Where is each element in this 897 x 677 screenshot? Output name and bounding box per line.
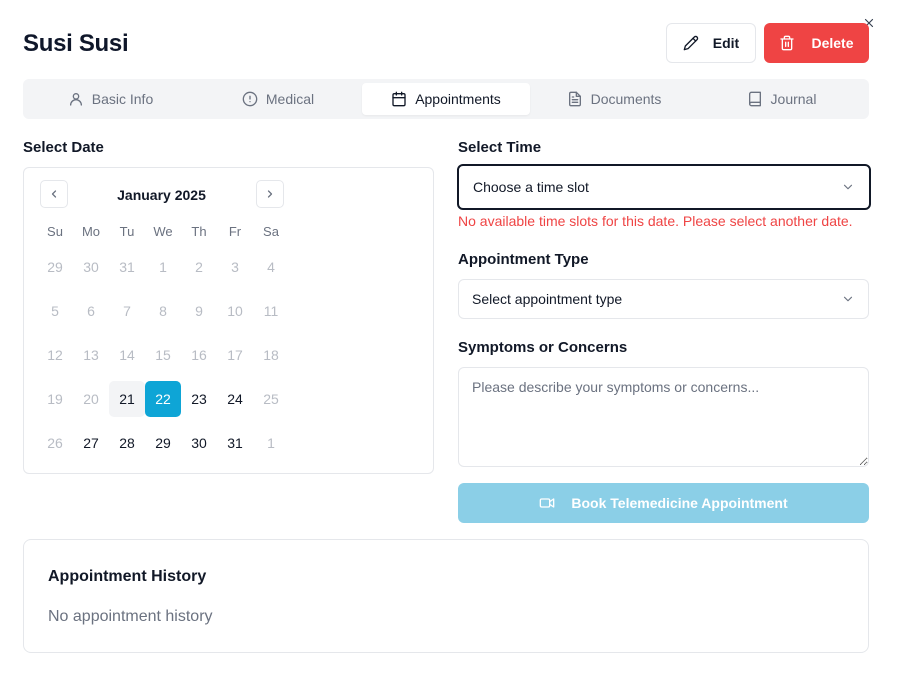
tab-documents[interactable]: Documents	[530, 83, 698, 115]
calendar-day[interactable]: 27	[73, 425, 109, 461]
file-text-icon	[568, 91, 581, 107]
page-title: Susi Susi	[23, 30, 129, 57]
book-appointment-button[interactable]: Book Telemedicine Appointment	[458, 483, 869, 523]
book-appointment-label: Book Telemedicine Appointment	[571, 495, 788, 511]
calendar-day-disabled: 5	[51, 303, 59, 319]
tab-label: Basic Info	[91, 91, 154, 107]
calendar-day-disabled: 15	[155, 347, 171, 363]
trash-icon	[780, 35, 795, 51]
calendar-day-disabled: 17	[227, 347, 243, 363]
appointment-type-select[interactable]: Select appointment type	[458, 279, 869, 319]
next-month-button[interactable]	[256, 180, 284, 208]
calendar-day[interactable]: 22	[145, 381, 181, 417]
time-slot-placeholder: Choose a time slot	[473, 179, 589, 195]
appointment-type-label: Appointment Type	[458, 251, 589, 268]
appointment-history-title: Appointment History	[48, 568, 207, 585]
delete-button[interactable]: Delete	[764, 23, 869, 63]
appointment-history-card: Appointment History No appointment histo…	[23, 539, 869, 653]
calendar-day[interactable]: 28	[109, 425, 145, 461]
weekday-header: Fr	[228, 224, 242, 239]
calendar-day-disabled: 4	[267, 259, 275, 275]
calendar-day-disabled: 13	[83, 347, 99, 363]
calendar-day-disabled: 25	[263, 391, 279, 407]
prev-month-button[interactable]	[40, 180, 68, 208]
chevron-down-icon	[843, 184, 853, 190]
delete-label: Delete	[811, 35, 854, 51]
tab-bar: Basic Info Medical Appointments Document…	[23, 79, 869, 119]
tab-basic-info[interactable]: Basic Info	[27, 83, 194, 115]
calendar-day[interactable]: 21	[109, 381, 145, 417]
weekday-header: Tu	[119, 224, 135, 239]
time-slot-error: No available time slots for this date. P…	[458, 213, 853, 229]
pencil-icon	[683, 35, 698, 51]
chevron-left-icon	[51, 190, 57, 198]
tab-label: Appointments	[415, 91, 501, 107]
tab-appointments[interactable]: Appointments	[362, 83, 530, 115]
time-slot-select[interactable]: Choose a time slot	[457, 164, 871, 210]
edit-button[interactable]: Edit	[666, 23, 756, 63]
calendar-day-disabled: 29	[47, 259, 63, 275]
edit-label: Edit	[712, 35, 740, 51]
select-date-label: Select Date	[23, 139, 104, 156]
weekday-header: Mo	[81, 224, 101, 239]
appointment-history-empty: No appointment history	[48, 608, 213, 625]
chevron-down-icon	[843, 296, 853, 302]
calendar-icon	[392, 91, 406, 107]
select-time-label: Select Time	[458, 139, 542, 156]
weekday-header: Th	[191, 224, 207, 239]
alert-circle-icon	[242, 91, 258, 107]
tab-journal[interactable]: Journal	[698, 83, 865, 115]
calendar-day-disabled: 1	[267, 435, 275, 451]
calendar-day[interactable]: 23	[181, 381, 217, 417]
calendar-day-disabled: 7	[123, 303, 131, 319]
calendar-day-disabled: 18	[263, 347, 279, 363]
calendar-day-disabled: 9	[195, 303, 203, 319]
weekday-header: Sa	[263, 224, 279, 239]
calendar-day-disabled: 16	[191, 347, 207, 363]
calendar-day-disabled: 12	[47, 347, 63, 363]
calendar-day-disabled: 20	[83, 391, 99, 407]
calendar-day-disabled: 8	[159, 303, 167, 319]
calendar-day-disabled: 1	[159, 259, 167, 275]
tab-medical[interactable]: Medical	[194, 83, 362, 115]
weekday-header: We	[153, 224, 173, 239]
calendar-day[interactable]: 30	[181, 425, 217, 461]
calendar-day-disabled: 2	[195, 259, 203, 275]
calendar-day-disabled: 10	[227, 303, 243, 319]
appointment-type-placeholder: Select appointment type	[472, 291, 623, 307]
tab-label: Medical	[265, 91, 315, 107]
symptoms-textarea[interactable]	[458, 367, 869, 467]
video-icon	[540, 498, 555, 508]
calendar-month-label: January 2025	[117, 187, 206, 203]
calendar-day-disabled: 3	[231, 259, 239, 275]
calendar-day-disabled: 6	[87, 303, 95, 319]
calendar-day-disabled: 31	[119, 259, 135, 275]
calendar-day[interactable]: 24	[217, 381, 253, 417]
calendar-day-disabled: 19	[47, 391, 63, 407]
calendar-day-disabled: 30	[83, 259, 99, 275]
chevron-right-icon	[267, 190, 273, 198]
tab-label: Documents	[590, 91, 662, 107]
weekday-header: Su	[47, 224, 63, 239]
book-icon	[748, 91, 761, 107]
calendar-day-disabled: 26	[47, 435, 63, 451]
calendar-day-disabled: 14	[119, 347, 135, 363]
user-icon	[69, 93, 82, 106]
symptoms-label: Symptoms or Concerns	[458, 339, 628, 356]
patient-dialog: Susi Susi Edit Delete Basic Info Medical…	[0, 0, 897, 677]
calendar-day[interactable]: 31	[217, 425, 253, 461]
calendar-day[interactable]: 29	[145, 425, 181, 461]
tab-label: Journal	[770, 91, 817, 107]
calendar-day-disabled: 11	[263, 303, 279, 319]
date-picker: January 2025 Su Mo Tu We Th Fr Sa 29 30 31 1 2 3 4 5 6 7…	[23, 167, 434, 474]
